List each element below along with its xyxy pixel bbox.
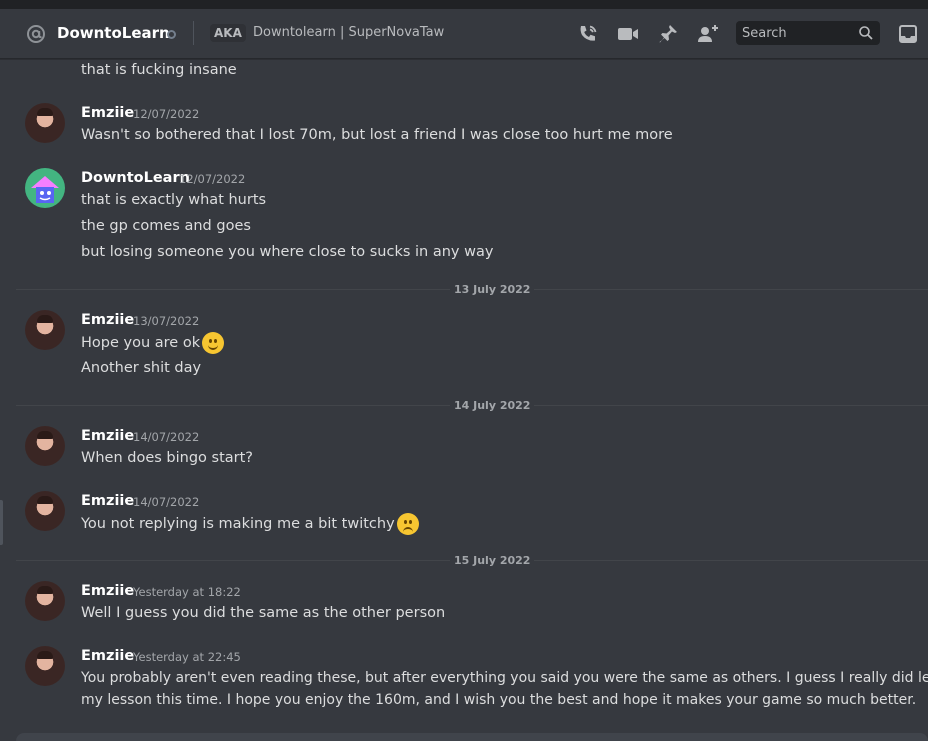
message-author[interactable]: Emziie [81,647,134,665]
inbox-icon[interactable] [896,22,920,46]
message-author[interactable]: Emziie [81,492,134,510]
video-call-icon[interactable] [616,22,640,46]
message-list[interactable]: that is fucking insane Emziie 12/07/2022… [0,59,928,741]
search-box[interactable] [736,21,880,45]
message-line: Hope you are ok [81,332,225,354]
message-author[interactable]: Emziie [81,104,134,122]
date-divider-label: 14 July 2022 [450,399,535,413]
avatar[interactable] [25,168,65,208]
voice-call-icon[interactable] [576,22,600,46]
add-friend-icon[interactable] [696,22,720,46]
message-text: Hope you are ok [81,335,201,351]
message-timestamp: 14/07/2022 [133,495,200,509]
header-divider [193,21,194,45]
message-text: You probably aren't even reading these, … [81,670,928,686]
message-timestamp: Yesterday at 22:45 [133,650,241,664]
message-text: that is fucking insane [81,62,237,78]
message-text: the gp comes and goes [81,218,251,234]
message-author[interactable]: Emziie [81,582,134,600]
message-text: Another shit day [81,360,202,376]
date-divider-label: 13 July 2022 [450,283,535,297]
message-timestamp: Yesterday at 18:22 [133,585,241,599]
message-text: You not replying is making me a bit twit… [81,516,395,532]
avatar[interactable] [25,646,65,686]
message-timestamp: 14/07/2022 [133,430,200,444]
message-author[interactable]: Emziie [81,427,134,445]
message-author[interactable]: Emziie [81,311,134,329]
frowning-face-icon[interactable] [396,513,419,535]
message-text: When does bingo start? [81,450,253,466]
at-icon [26,24,46,44]
search-icon [858,25,874,41]
aka-nicknames: Downtolearn | SuperNovaTaw [253,25,445,40]
message-timestamp: 12/07/2022 [179,172,246,186]
message-timestamp: 12/07/2022 [133,107,200,121]
date-divider-label: 15 July 2022 [450,554,535,568]
avatar[interactable] [25,581,65,621]
avatar[interactable] [25,491,65,531]
avatar[interactable] [25,103,65,143]
avatar[interactable] [25,310,65,350]
message-text: Wasn't so bothered that I lost 70m, but … [81,127,673,143]
message-text: Well I guess you did the same as the oth… [81,605,446,621]
message-text: my lesson this time. I hope you enjoy th… [81,692,917,708]
sidebar-resize-handle[interactable] [0,500,3,545]
aka-badge: AKA [210,24,246,42]
message-text: that is exactly what hurts [81,192,267,208]
message-author[interactable]: DowntoLearn [81,169,190,187]
message-line: You not replying is making me a bit twit… [81,513,419,535]
status-offline-icon [167,30,176,39]
slightly-smiling-face-icon[interactable] [202,332,225,354]
message-timestamp: 13/07/2022 [133,314,200,328]
channel-header: DowntoLearn AKA Downtolearn | SuperNovaT… [0,9,928,59]
pin-icon[interactable] [656,22,680,46]
message-composer[interactable] [16,733,928,741]
dm-recipient-name[interactable]: DowntoLearn [57,23,170,43]
message-text: but losing someone you where close to su… [81,244,494,260]
search-input[interactable] [736,21,852,45]
avatar[interactable] [25,426,65,466]
window-top-strip [0,0,928,9]
